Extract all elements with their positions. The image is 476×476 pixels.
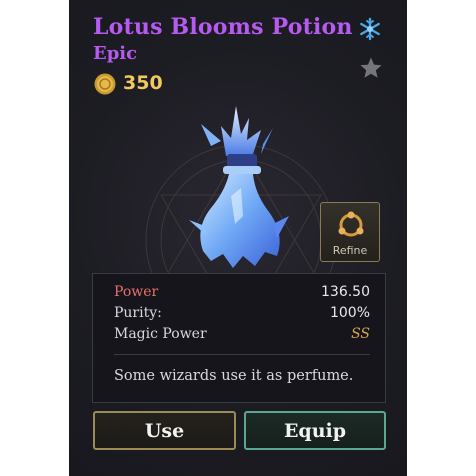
favorite-star-icon[interactable] <box>359 56 383 80</box>
refine-icon <box>338 211 364 237</box>
stats-panel: Power 136.50 Purity: 100% Magic Power SS… <box>92 273 386 403</box>
stat-value: 136.50 <box>321 284 370 300</box>
stat-label: Power <box>114 284 159 300</box>
refine-button[interactable]: Refine <box>320 202 380 262</box>
gold-coin-icon <box>94 73 116 95</box>
refine-label: Refine <box>332 244 368 257</box>
frost-element-icon <box>360 17 380 41</box>
stat-value: 100% <box>329 305 370 321</box>
potion-image <box>189 106 289 268</box>
stat-label: Purity: <box>114 305 162 321</box>
stat-row-purity: Purity: 100% <box>114 305 370 325</box>
use-button[interactable]: Use <box>93 411 236 450</box>
stat-row-magic-power: Magic Power SS <box>114 326 370 346</box>
stats-divider <box>114 354 370 355</box>
item-rarity: Epic <box>93 43 138 64</box>
stat-grade: SS <box>351 326 370 342</box>
equip-button[interactable]: Equip <box>244 411 386 450</box>
item-description: Some wizards use it as perfume. <box>114 368 354 384</box>
item-name: Lotus Blooms Potion <box>93 14 353 40</box>
stat-label: Magic Power <box>114 326 207 342</box>
stat-row-power: Power 136.50 <box>114 284 370 304</box>
item-tooltip-card: Lotus Blooms Potion Epic 350 Refine Powe… <box>69 0 407 476</box>
item-price: 350 <box>123 72 163 94</box>
